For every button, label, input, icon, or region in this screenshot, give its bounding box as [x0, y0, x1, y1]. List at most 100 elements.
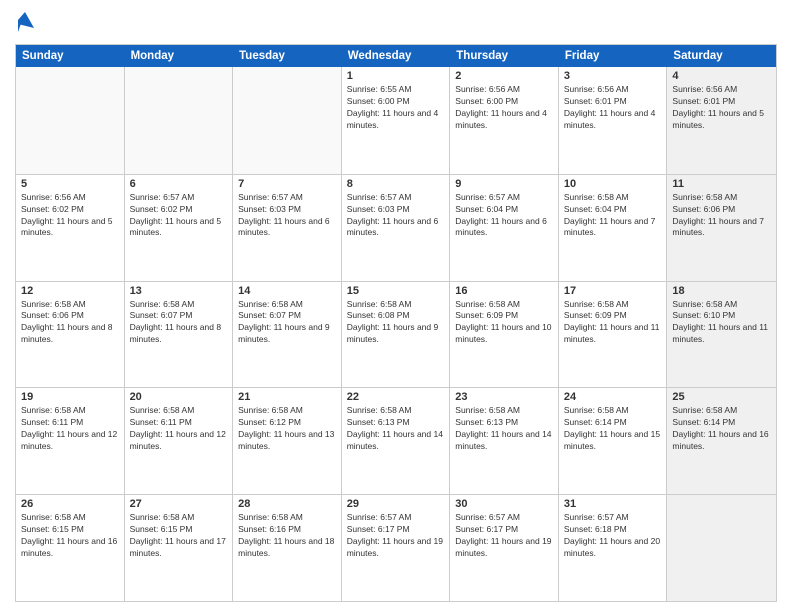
- calendar-cell: 5 Sunrise: 6:56 AMSunset: 6:02 PMDaylight…: [16, 175, 125, 281]
- day-number: 11: [672, 178, 771, 190]
- calendar-cell: 3Sunrise: 6:56 AMSunset: 6:01 PMDaylight…: [559, 67, 668, 174]
- day-number: 15: [347, 285, 445, 297]
- calendar-cell: 9 Sunrise: 6:57 AMSunset: 6:04 PMDaylight…: [450, 175, 559, 281]
- calendar-cell: 22 Sunrise: 6:58 AMSunset: 6:13 PMDayligh…: [342, 388, 451, 494]
- day-number: 5: [21, 178, 119, 190]
- logo-sail-icon: [16, 10, 34, 32]
- day-info: Sunrise: 6:58 AMSunset: 6:10 PMDaylight:…: [672, 299, 771, 347]
- day-info: Sunrise: 6:56 AMSunset: 6:00 PMDaylight:…: [455, 84, 553, 132]
- day-number: 25: [672, 391, 771, 403]
- calendar-cell: 20 Sunrise: 6:58 AMSunset: 6:11 PMDayligh…: [125, 388, 234, 494]
- day-number: 27: [130, 498, 228, 510]
- calendar-cell: 15 Sunrise: 6:58 AMSunset: 6:08 PMDayligh…: [342, 282, 451, 388]
- calendar-cell: 8 Sunrise: 6:57 AMSunset: 6:03 PMDaylight…: [342, 175, 451, 281]
- day-number: 22: [347, 391, 445, 403]
- calendar-cell: 31 Sunrise: 6:57 AMSunset: 6:18 PMDayligh…: [559, 495, 668, 601]
- calendar-cell: [667, 495, 776, 601]
- page: SundayMondayTuesdayWednesdayThursdayFrid…: [0, 0, 792, 612]
- calendar-cell: 6 Sunrise: 6:57 AMSunset: 6:02 PMDaylight…: [125, 175, 234, 281]
- calendar-cell: 18 Sunrise: 6:58 AMSunset: 6:10 PMDayligh…: [667, 282, 776, 388]
- day-info: Sunrise: 6:57 AMSunset: 6:17 PMDaylight:…: [455, 512, 553, 560]
- day-info: Sunrise: 6:55 AMSunset: 6:00 PMDaylight:…: [347, 84, 445, 132]
- day-info: Sunrise: 6:57 AMSunset: 6:03 PMDaylight:…: [238, 192, 336, 240]
- day-number: 29: [347, 498, 445, 510]
- day-info: Sunrise: 6:57 AMSunset: 6:02 PMDaylight:…: [130, 192, 228, 240]
- day-number: 14: [238, 285, 336, 297]
- day-number: 12: [21, 285, 119, 297]
- day-number: 4: [672, 70, 771, 82]
- day-info: Sunrise: 6:58 AMSunset: 6:07 PMDaylight:…: [130, 299, 228, 347]
- day-info: Sunrise: 6:56 AMSunset: 6:01 PMDaylight:…: [564, 84, 662, 132]
- calendar-week: 12Sunrise: 6:58 AMSunset: 6:06 PMDayligh…: [16, 281, 776, 388]
- day-info: Sunrise: 6:58 AMSunset: 6:13 PMDaylight:…: [347, 405, 445, 453]
- day-number: 7: [238, 178, 336, 190]
- calendar-week: 19 Sunrise: 6:58 AMSunset: 6:11 PMDayligh…: [16, 387, 776, 494]
- calendar-cell: [125, 67, 234, 174]
- calendar-header-day: Sunday: [16, 45, 125, 67]
- calendar-cell: [233, 67, 342, 174]
- day-number: 8: [347, 178, 445, 190]
- day-info: Sunrise: 6:58 AMSunset: 6:12 PMDaylight:…: [238, 405, 336, 453]
- calendar-cell: 11 Sunrise: 6:58 AMSunset: 6:06 PMDayligh…: [667, 175, 776, 281]
- day-number: 20: [130, 391, 228, 403]
- calendar-cell: 2 Sunrise: 6:56 AMSunset: 6:00 PMDaylight…: [450, 67, 559, 174]
- day-info: Sunrise: 6:58 AMSunset: 6:11 PMDaylight:…: [21, 405, 119, 453]
- day-number: 2: [455, 70, 553, 82]
- day-info: Sunrise: 6:56 AMSunset: 6:01 PMDaylight:…: [672, 84, 771, 132]
- day-info: Sunrise: 6:58 AMSunset: 6:07 PMDaylight:…: [238, 299, 336, 347]
- day-number: 19: [21, 391, 119, 403]
- calendar-week: 1 Sunrise: 6:55 AMSunset: 6:00 PMDaylight…: [16, 67, 776, 174]
- calendar-cell: 21Sunrise: 6:58 AMSunset: 6:12 PMDayligh…: [233, 388, 342, 494]
- calendar-cell: 1 Sunrise: 6:55 AMSunset: 6:00 PMDaylight…: [342, 67, 451, 174]
- day-info: Sunrise: 6:57 AMSunset: 6:03 PMDaylight:…: [347, 192, 445, 240]
- calendar-cell: 25 Sunrise: 6:58 AMSunset: 6:14 PMDayligh…: [667, 388, 776, 494]
- calendar-cell: 30 Sunrise: 6:57 AMSunset: 6:17 PMDayligh…: [450, 495, 559, 601]
- calendar-cell: 10Sunrise: 6:58 AMSunset: 6:04 PMDayligh…: [559, 175, 668, 281]
- calendar: SundayMondayTuesdayWednesdayThursdayFrid…: [15, 44, 777, 602]
- calendar-week: 5 Sunrise: 6:56 AMSunset: 6:02 PMDaylight…: [16, 174, 776, 281]
- day-info: Sunrise: 6:58 AMSunset: 6:08 PMDaylight:…: [347, 299, 445, 347]
- day-info: Sunrise: 6:57 AMSunset: 6:17 PMDaylight:…: [347, 512, 445, 560]
- calendar-cell: 12Sunrise: 6:58 AMSunset: 6:06 PMDayligh…: [16, 282, 125, 388]
- calendar-header: SundayMondayTuesdayWednesdayThursdayFrid…: [16, 45, 776, 67]
- day-number: 6: [130, 178, 228, 190]
- calendar-cell: [16, 67, 125, 174]
- day-info: Sunrise: 6:58 AMSunset: 6:14 PMDaylight:…: [564, 405, 662, 453]
- day-number: 9: [455, 178, 553, 190]
- calendar-cell: 23Sunrise: 6:58 AMSunset: 6:13 PMDayligh…: [450, 388, 559, 494]
- day-number: 30: [455, 498, 553, 510]
- calendar-cell: 16Sunrise: 6:58 AMSunset: 6:09 PMDayligh…: [450, 282, 559, 388]
- day-number: 31: [564, 498, 662, 510]
- day-info: Sunrise: 6:58 AMSunset: 6:09 PMDaylight:…: [564, 299, 662, 347]
- calendar-cell: 29 Sunrise: 6:57 AMSunset: 6:17 PMDayligh…: [342, 495, 451, 601]
- day-number: 24: [564, 391, 662, 403]
- day-info: Sunrise: 6:58 AMSunset: 6:04 PMDaylight:…: [564, 192, 662, 240]
- day-info: Sunrise: 6:58 AMSunset: 6:06 PMDaylight:…: [672, 192, 771, 240]
- calendar-cell: 4 Sunrise: 6:56 AMSunset: 6:01 PMDaylight…: [667, 67, 776, 174]
- day-info: Sunrise: 6:58 AMSunset: 6:15 PMDaylight:…: [130, 512, 228, 560]
- calendar-header-day: Saturday: [667, 45, 776, 67]
- day-number: 1: [347, 70, 445, 82]
- calendar-cell: 13Sunrise: 6:58 AMSunset: 6:07 PMDayligh…: [125, 282, 234, 388]
- calendar-cell: 28 Sunrise: 6:58 AMSunset: 6:16 PMDayligh…: [233, 495, 342, 601]
- day-info: Sunrise: 6:58 AMSunset: 6:11 PMDaylight:…: [130, 405, 228, 453]
- calendar-body: 1 Sunrise: 6:55 AMSunset: 6:00 PMDaylight…: [16, 67, 776, 601]
- day-number: 17: [564, 285, 662, 297]
- calendar-header-day: Wednesday: [342, 45, 451, 67]
- calendar-header-day: Tuesday: [233, 45, 342, 67]
- day-info: Sunrise: 6:58 AMSunset: 6:09 PMDaylight:…: [455, 299, 553, 347]
- day-info: Sunrise: 6:58 AMSunset: 6:15 PMDaylight:…: [21, 512, 119, 560]
- day-info: Sunrise: 6:56 AMSunset: 6:02 PMDaylight:…: [21, 192, 119, 240]
- logo: [15, 10, 34, 36]
- day-info: Sunrise: 6:58 AMSunset: 6:16 PMDaylight:…: [238, 512, 336, 560]
- calendar-cell: 14 Sunrise: 6:58 AMSunset: 6:07 PMDayligh…: [233, 282, 342, 388]
- day-info: Sunrise: 6:57 AMSunset: 6:18 PMDaylight:…: [564, 512, 662, 560]
- day-number: 18: [672, 285, 771, 297]
- day-info: Sunrise: 6:57 AMSunset: 6:04 PMDaylight:…: [455, 192, 553, 240]
- day-info: Sunrise: 6:58 AMSunset: 6:14 PMDaylight:…: [672, 405, 771, 453]
- calendar-header-day: Monday: [125, 45, 234, 67]
- day-number: 28: [238, 498, 336, 510]
- calendar-cell: 19 Sunrise: 6:58 AMSunset: 6:11 PMDayligh…: [16, 388, 125, 494]
- calendar-cell: 7 Sunrise: 6:57 AMSunset: 6:03 PMDaylight…: [233, 175, 342, 281]
- calendar-cell: 26Sunrise: 6:58 AMSunset: 6:15 PMDayligh…: [16, 495, 125, 601]
